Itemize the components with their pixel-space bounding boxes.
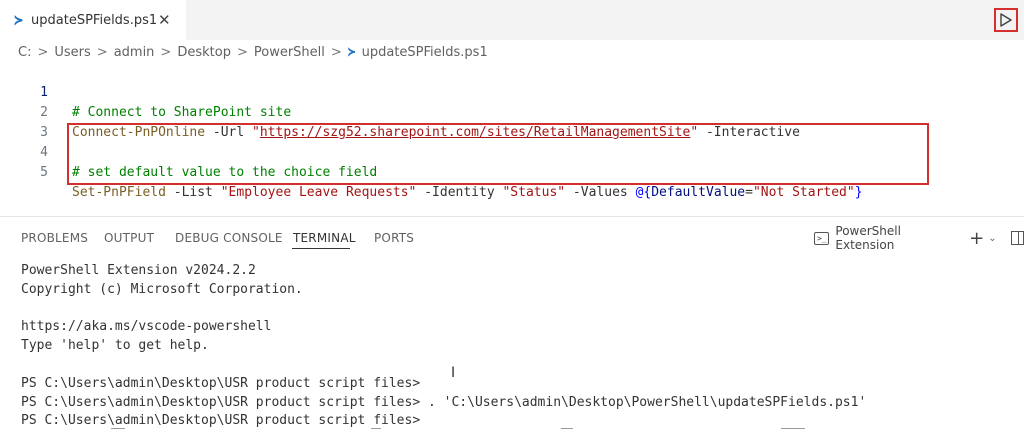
breadcrumb-item-desktop[interactable]: Desktop bbox=[177, 45, 231, 60]
breadcrumb-item-powershell[interactable]: PowerShell bbox=[254, 45, 325, 60]
breadcrumb: C: > Users > admin > Desktop > PowerShel… bbox=[18, 42, 488, 62]
code-string: "Not Started" bbox=[752, 185, 855, 200]
tab-debug-console[interactable]: DEBUG CONSOLE bbox=[175, 231, 283, 245]
code-string: "Status" bbox=[502, 185, 566, 200]
chevron-right-icon: > bbox=[160, 44, 172, 60]
editor-tab-bar: ≻ updateSPFields.ps1 ✕ bbox=[0, 0, 1024, 40]
tab-label: updateSPFields.ps1 bbox=[31, 12, 158, 28]
code-string: "Employee Leave Requests" bbox=[220, 185, 417, 200]
chevron-right-icon: > bbox=[37, 44, 49, 60]
code-parameter: -Identity bbox=[416, 185, 503, 200]
tab-updatespfields[interactable]: ≻ updateSPFields.ps1 ✕ bbox=[0, 0, 186, 40]
panel-divider[interactable] bbox=[0, 216, 1024, 217]
terminal-output[interactable]: PowerShell Extension v2024.2.2 Copyright… bbox=[21, 262, 866, 431]
chevron-right-icon: > bbox=[330, 44, 342, 60]
close-icon[interactable]: ✕ bbox=[158, 11, 171, 29]
terminal-icon: >_ bbox=[814, 231, 830, 245]
terminal-line: PowerShell Extension v2024.2.2 bbox=[21, 263, 256, 278]
terminal-controls: >_ PowerShell Extension + ⌄ bbox=[814, 224, 1024, 252]
terminal-line: Copyright (c) Microsoft Corporation. bbox=[21, 281, 303, 297]
code-brace: @{ bbox=[635, 185, 652, 200]
run-button[interactable] bbox=[994, 8, 1018, 32]
terminal-line: Type 'help' to get help. bbox=[21, 338, 209, 354]
new-terminal-button[interactable]: + bbox=[969, 228, 984, 249]
split-terminal-icon[interactable] bbox=[1010, 231, 1024, 245]
breadcrumb-item-file[interactable]: updateSPFields.ps1 bbox=[362, 45, 488, 60]
code-operator: = bbox=[745, 185, 753, 200]
highlight-box bbox=[67, 123, 929, 185]
code-line-3: 3 bbox=[0, 103, 1024, 140]
tab-output[interactable]: OUTPUT bbox=[104, 231, 154, 245]
chevron-right-icon: > bbox=[96, 44, 108, 60]
code-parameter: -Values bbox=[565, 185, 636, 200]
tab-ports[interactable]: PORTS bbox=[374, 231, 414, 245]
code-line-2: 2 Connect-PnPOnline -Url "https://szg52.… bbox=[0, 83, 1024, 140]
terminal-line: PS C:\Users\admin\Desktop\USR product sc… bbox=[21, 394, 867, 410]
text-cursor-icon: I bbox=[451, 365, 456, 381]
chevron-down-icon[interactable]: ⌄ bbox=[988, 233, 996, 244]
code-editor[interactable]: 1 # Connect to SharePoint site 2 Connect… bbox=[0, 62, 1024, 214]
tab-problems[interactable]: PROBLEMS bbox=[21, 231, 88, 245]
line-number: 5 bbox=[40, 165, 48, 180]
terminal-line: https://aka.ms/vscode-powershell bbox=[21, 319, 272, 335]
breadcrumb-item-admin[interactable]: admin bbox=[114, 45, 155, 60]
breadcrumb-item-drive[interactable]: C: bbox=[18, 45, 31, 60]
code-parameter: -List bbox=[165, 185, 221, 200]
code-key: DefaultValue bbox=[651, 185, 746, 200]
powershell-icon: ≻ bbox=[347, 44, 356, 60]
terminal-name[interactable]: PowerShell Extension bbox=[835, 224, 957, 252]
code-cmdlet: Set-PnPField bbox=[72, 185, 166, 200]
chevron-right-icon: > bbox=[236, 44, 248, 60]
terminal-line: PS C:\Users\admin\Desktop\USR product sc… bbox=[21, 375, 421, 391]
run-icon bbox=[1000, 13, 1012, 27]
code-brace: } bbox=[854, 185, 863, 200]
active-tab-indicator bbox=[292, 248, 350, 249]
breadcrumb-item-users[interactable]: Users bbox=[54, 45, 90, 60]
code-line-1: 1 # Connect to SharePoint site bbox=[0, 63, 1024, 120]
powershell-icon: ≻ bbox=[14, 11, 24, 29]
cut-off-terminal-line bbox=[21, 428, 821, 435]
tab-terminal[interactable]: TERMINAL bbox=[293, 231, 356, 245]
